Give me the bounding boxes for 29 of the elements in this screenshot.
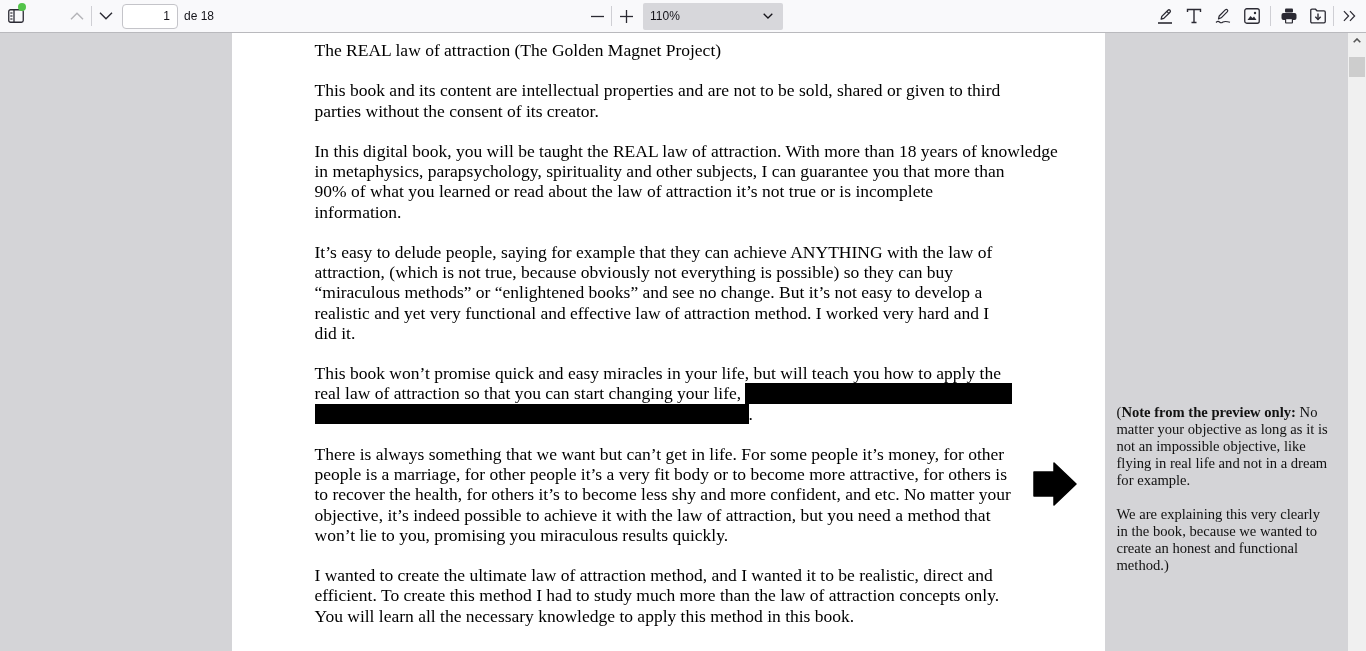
text-tool-icon <box>1186 8 1202 24</box>
paragraph: I wanted to create the ultimate law of attraction method, and I wanted it to be realistic, direct and efficient. To create this method I had to study much more than the law of attraction concepts only. You will learn all the necessary knowledge to apply this method in this book. <box>314 565 1000 626</box>
note-paragraph: (Note from the preview only: No matter your objective as long as it is not an impossible objective, like flying in real life and not in a dream for example. <box>1116 404 1328 489</box>
scrollbar-thumb[interactable] <box>1349 57 1365 77</box>
note-paragraph: We are explaining this very clearly in the book, because we wanted to create an honest and functional method.) <box>1116 506 1320 574</box>
paragraph: It’s easy to delude people, saying for example that they can achieve ANYTHING with the law of attraction, (which is not true, because obviously not everything is possible) so they can buy “miraculous methods” or “enlightened books” and see no change. But it’s not easy to develop a realistic and yet very functional and effective law of attraction method. I worked very hard and I did it. <box>314 242 993 343</box>
paragraph: This book and its content are intellectual properties and are not to be sold, shared or given to third parties without the consent of its creator. <box>314 80 1001 121</box>
chevron-down-icon <box>99 12 113 20</box>
pencil-icon <box>1215 8 1231 24</box>
paragraph-line: This book won’t promise quick and easy miracles in your life, but will teach you how to apply the <box>314 363 1001 384</box>
scroll-up-icon[interactable] <box>1353 38 1361 43</box>
highlighter-icon <box>1157 8 1173 24</box>
right-arrow-icon <box>1032 462 1077 506</box>
paragraph: In this digital book, you will be taught the REAL law of attraction. With more than 18 years of knowledge in metaphysics, parapsychology, spirituality and other subjects, I can guarantee you that more than 90% of what you learned or read about the law of attraction it’s not true or is incomplete information. <box>314 141 1058 222</box>
caret-icon <box>763 13 773 19</box>
paragraph: There is always something that we want but can’t get in life. For some people it’s money, for other people is a marriage, for other people it’s a very fit body or to become more attractive, for others is to recover the health, for others it’s to become less shy and more confident, and etc. No matter your objective, it’s indeed possible to achieve it with the law of attraction, but you need a method that won’t lie to you, promising you miraculous results quickly. <box>314 444 1011 545</box>
paragraph-ending: . <box>748 403 753 424</box>
zoom-select[interactable]: 110% <box>643 2 783 30</box>
document-title: The REAL law of attraction (The Golden Magnet Project) <box>314 40 722 61</box>
paragraph-line: real law of attraction so that you can start changing your life, <box>314 383 742 404</box>
double-chevron-icon <box>1342 10 1356 22</box>
printer-icon <box>1281 8 1297 24</box>
plus-icon <box>619 9 633 23</box>
sidebar-icon <box>8 9 24 23</box>
page-count-label: de 18 <box>184 9 215 23</box>
page-number-field[interactable]: 1 <box>122 3 178 29</box>
download-icon <box>1310 8 1326 24</box>
chevron-up-icon <box>70 12 84 20</box>
image-icon <box>1244 8 1260 24</box>
